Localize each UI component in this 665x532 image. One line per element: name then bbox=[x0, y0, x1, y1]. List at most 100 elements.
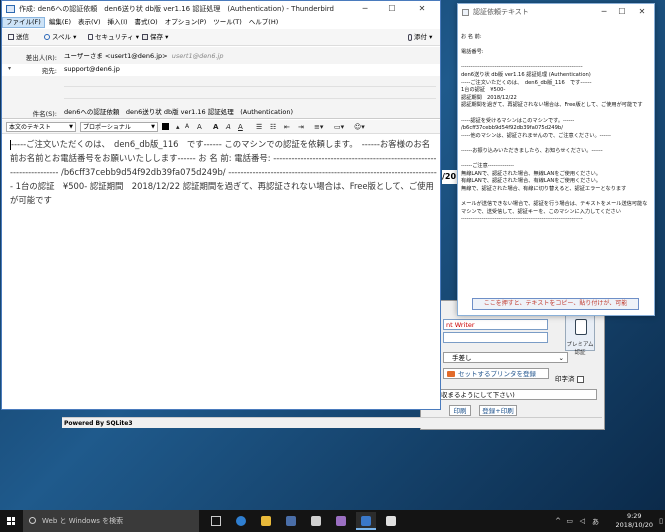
notification-icon[interactable]: ▯ bbox=[659, 517, 663, 525]
close-button[interactable]: ✕ bbox=[632, 4, 652, 21]
to-input[interactable]: support@den6.jp bbox=[64, 64, 434, 75]
window-icon bbox=[462, 9, 469, 16]
security-label: セキュリティ bbox=[95, 33, 134, 41]
start-button[interactable] bbox=[0, 510, 22, 532]
menu-file[interactable]: ファイル(F) bbox=[2, 17, 45, 28]
chevron-down-icon[interactable]: ▾ bbox=[8, 65, 11, 72]
recipient-row: ▾ 宛先: support@den6.jp bbox=[2, 64, 440, 76]
font-larger-button[interactable]: A bbox=[197, 120, 202, 134]
thunderbird-icon bbox=[6, 5, 15, 13]
menu-edit[interactable]: 編集(E) bbox=[46, 17, 74, 28]
indent-icon[interactable]: ⇥ bbox=[298, 120, 304, 134]
menu-tools[interactable]: ツール(T) bbox=[210, 17, 245, 28]
menu-format[interactable]: 書式(O) bbox=[132, 17, 161, 28]
italic-button[interactable]: A bbox=[226, 120, 231, 134]
blank-field[interactable] bbox=[443, 332, 548, 343]
clock-time: 9:29 bbox=[626, 512, 642, 520]
send-button[interactable]: 送信 bbox=[8, 29, 29, 46]
paragraph-format-select[interactable]: 本文のテキスト ▼ bbox=[6, 122, 76, 132]
menu-help[interactable]: ヘルプ(H) bbox=[246, 17, 281, 28]
message-body-text: -----ご注文いただくのは、 den6_db版_116 です------ この… bbox=[10, 139, 437, 205]
set-printer-button[interactable]: セットするプリンタを登録 bbox=[443, 368, 549, 379]
font-smaller-button[interactable]: A bbox=[185, 120, 189, 134]
paragraph-format-value: 本文のテキスト bbox=[9, 124, 51, 131]
ime-indicator[interactable]: あ bbox=[592, 517, 599, 527]
recipient-row-empty[interactable] bbox=[64, 89, 436, 99]
menu-options[interactable]: オプション(P) bbox=[162, 17, 210, 28]
minimize-button[interactable]: ─ bbox=[594, 4, 614, 21]
printed-checkbox[interactable]: 印字済 bbox=[555, 374, 600, 385]
task-view-button[interactable] bbox=[206, 512, 226, 530]
printer-name-field[interactable]: nt Writer bbox=[443, 319, 548, 330]
underline-button[interactable]: A bbox=[238, 120, 243, 134]
align-icon[interactable]: ≡▾ bbox=[314, 120, 323, 134]
compose-titlebar[interactable]: 作成: den6への認証依頼 den6送り状 db版 ver1.16 認証処理 … bbox=[2, 1, 440, 17]
numbered-list-icon[interactable]: ☷ bbox=[270, 120, 276, 134]
background-app-window: nt Writer プレミアム認証 手差し ⌄ セットするプリンタを登録 印字済… bbox=[420, 300, 605, 430]
paper-feed-select[interactable]: 手差し ⌄ bbox=[443, 352, 568, 363]
save-button[interactable]: 保存 ▾ bbox=[142, 29, 168, 46]
maximize-button[interactable]: ☐ bbox=[382, 1, 402, 17]
taskbar: Web と Windows を検索 ^ ▭ ◁ あ 9:29 2018/10/2… bbox=[0, 510, 665, 532]
print-button[interactable]: 印刷 bbox=[449, 405, 471, 416]
chevron-up-icon[interactable]: ^ bbox=[555, 517, 561, 525]
edge-app[interactable] bbox=[231, 512, 251, 530]
task-view-icon bbox=[211, 516, 221, 526]
insert-icon[interactable]: ▭▾ bbox=[334, 120, 344, 134]
store-app[interactable] bbox=[281, 512, 301, 530]
app-button[interactable] bbox=[381, 512, 401, 530]
premium-auth-button[interactable]: プレミアム認証 bbox=[565, 315, 595, 356]
menu-insert[interactable]: 挿入(I) bbox=[105, 17, 131, 28]
emoji-icon[interactable]: ☺▾ bbox=[354, 120, 365, 134]
outdent-icon[interactable]: ⇤ bbox=[284, 120, 290, 134]
lock-icon bbox=[575, 319, 587, 335]
subject-input[interactable]: den6への認証依頼 den6送り状 db版 ver1.16 認証処理 (Aut… bbox=[64, 107, 434, 118]
format-smaller-icon[interactable]: ▴ bbox=[176, 120, 180, 134]
recipient-row-empty[interactable] bbox=[64, 77, 436, 87]
register-print-button[interactable]: 登録+印刷 bbox=[479, 405, 517, 416]
copy-text-button[interactable]: ここを押すと、テキストをコピー、貼り付けが、可能 bbox=[472, 298, 639, 310]
paperclip-icon bbox=[408, 33, 412, 41]
minimize-button[interactable]: ─ bbox=[355, 1, 375, 17]
message-headers: 差出人(R): ユーザーさま <usert1@den6.jp> usert1@d… bbox=[2, 47, 440, 119]
app-button[interactable] bbox=[306, 512, 326, 530]
save-icon bbox=[142, 34, 148, 40]
text-color-button[interactable] bbox=[162, 123, 169, 130]
from-label: 差出人(R): bbox=[25, 54, 57, 62]
printer-icon bbox=[447, 371, 455, 377]
network-icon[interactable]: ▭ bbox=[566, 517, 573, 525]
clock[interactable]: 9:29 2018/10/20 bbox=[616, 512, 653, 530]
close-button[interactable]: ✕ bbox=[412, 1, 432, 17]
search-placeholder: Web と Windows を検索 bbox=[42, 517, 124, 525]
app-button[interactable] bbox=[331, 512, 351, 530]
explorer-app[interactable] bbox=[256, 512, 276, 530]
volume-icon[interactable]: ◁ bbox=[580, 517, 585, 525]
app-icon bbox=[386, 516, 396, 526]
menu-bar: ファイル(F) 編集(E) 表示(V) 挿入(I) 書式(O) オプション(P) ツール(T… bbox=[2, 17, 440, 28]
attach-button[interactable]: 添付 ▾ bbox=[408, 29, 432, 46]
save-label: 保存 bbox=[150, 33, 163, 41]
auth-text-titlebar[interactable]: 認証依頼テキスト ─ ☐ ✕ bbox=[458, 4, 654, 21]
maximize-button[interactable]: ☐ bbox=[612, 4, 632, 21]
taskbar-search-input[interactable]: Web と Windows を検索 bbox=[23, 510, 199, 532]
auth-request-text[interactable]: お 名 前: 電話番号: ---------------------------… bbox=[460, 34, 652, 279]
font-select[interactable]: プロポーショナル ▼ bbox=[80, 122, 158, 132]
format-toolbar: 本文のテキスト ▼ プロポーショナル ▼ ▴ A A A A A ☰ ☷ ⇤ ⇥ ≡… bbox=[2, 120, 440, 134]
clock-date: 2018/10/20 bbox=[615, 521, 653, 529]
send-label: 送信 bbox=[16, 33, 29, 41]
bulleted-list-icon[interactable]: ☰ bbox=[256, 120, 262, 134]
compose-title: 作成: den6への認証依頼 den6送り状 db版 ver1.16 認証処理 … bbox=[19, 5, 334, 13]
menu-view[interactable]: 表示(V) bbox=[75, 17, 104, 28]
notice-text: 収まるようにして下さい) bbox=[437, 389, 597, 400]
thunderbird-app[interactable] bbox=[356, 512, 376, 530]
security-button[interactable]: セキュリティ ▾ bbox=[88, 29, 139, 46]
message-body-editor[interactable]: -----ご注文いただくのは、 den6_db版_116 です------ この… bbox=[6, 135, 440, 407]
spell-button[interactable]: スペル ▾ bbox=[44, 29, 76, 46]
from-select[interactable]: ユーザーさま <usert1@den6.jp> usert1@den6.jp bbox=[64, 51, 434, 62]
search-icon bbox=[29, 517, 36, 524]
checkbox-box[interactable] bbox=[576, 375, 584, 383]
premium-auth-label: プレミアム認証 bbox=[566, 342, 594, 356]
powered-by-label: Powered By SQLite3 bbox=[62, 417, 602, 428]
bold-button[interactable]: A bbox=[213, 120, 218, 134]
to-label: 宛先: bbox=[41, 67, 57, 75]
